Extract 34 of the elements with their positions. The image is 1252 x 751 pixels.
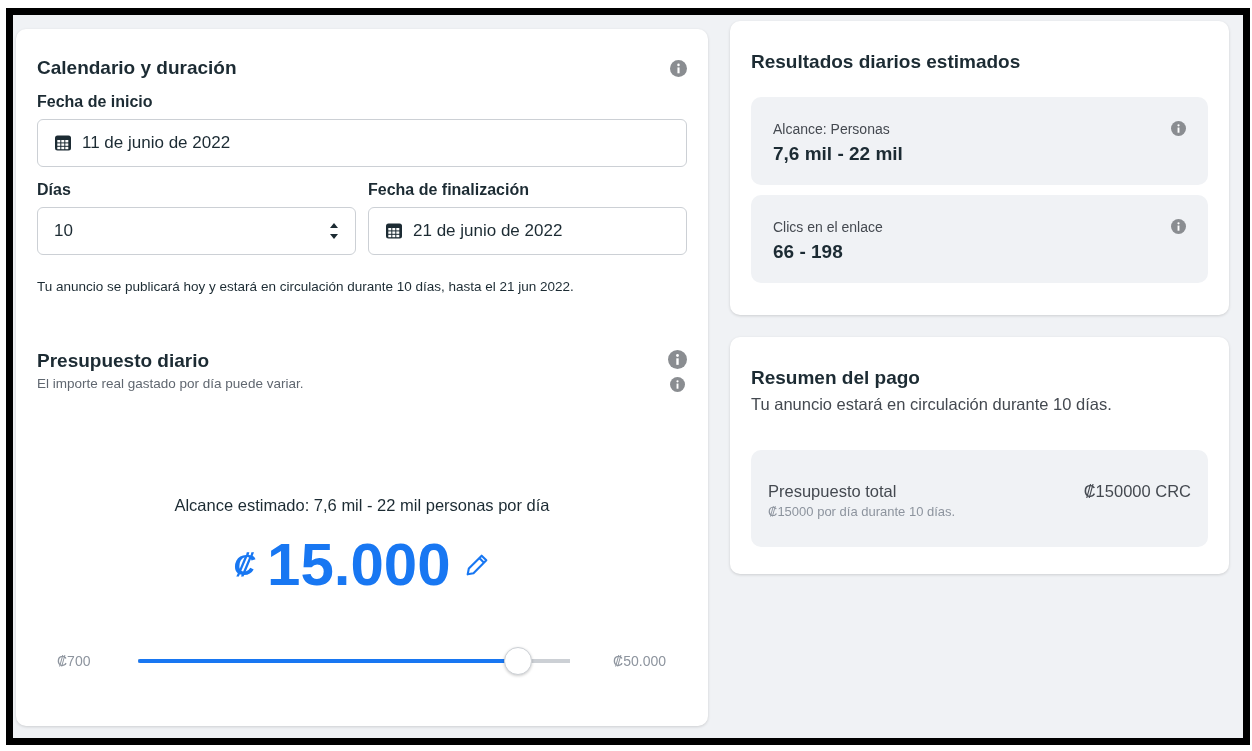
slider-min-label: ₡700 bbox=[57, 653, 92, 669]
calendar-icon bbox=[385, 222, 403, 240]
date-field[interactable]: 21 de junio de 2022 bbox=[368, 207, 687, 255]
calendar-icon bbox=[54, 134, 72, 152]
section-subtitle: El importe real gastado por día puede variar. bbox=[37, 376, 304, 391]
metric-label: Clics en el enlace bbox=[773, 219, 883, 235]
number-field[interactable]: 10 bbox=[37, 207, 356, 255]
section-title: Calendario y duración bbox=[37, 57, 237, 79]
field-label: Días bbox=[37, 181, 72, 199]
currency-symbol: ₡ bbox=[233, 548, 256, 582]
date-field[interactable]: 11 de junio de 2022 bbox=[37, 119, 687, 167]
info-icon[interactable] bbox=[1171, 121, 1186, 136]
section-subtitle: Tu anuncio estará en circulación durante 10 días. bbox=[751, 395, 1113, 414]
section-title: Resumen del pago bbox=[751, 367, 921, 389]
slider-max-label: ₡50.000 bbox=[612, 653, 666, 669]
field-label: Fecha de inicio bbox=[37, 93, 154, 111]
metric-value: 66 - 198 bbox=[773, 241, 844, 263]
section-title: Presupuesto diario bbox=[37, 350, 211, 372]
slider-thumb[interactable] bbox=[504, 647, 533, 675]
total-detail: ₡15000 por día durante 10 días. bbox=[768, 504, 957, 519]
metric-label: Alcance: Personas bbox=[773, 121, 890, 137]
info-icon[interactable] bbox=[670, 59, 687, 77]
info-icon[interactable] bbox=[670, 377, 685, 392]
field-value: 10 bbox=[54, 221, 73, 241]
info-icon[interactable] bbox=[1171, 219, 1186, 234]
budget-amount: 15.000 bbox=[267, 535, 451, 595]
info-icon[interactable] bbox=[668, 350, 687, 369]
reach-estimate: Alcance estimado: 7,6 mil - 22 mil personas por día bbox=[173, 496, 551, 515]
total-label: Presupuesto total bbox=[768, 482, 897, 501]
schedule-note: Tu anuncio se publicará hoy y estará en circulación durante 10 días, hasta el 21 jun 2022. bbox=[37, 279, 575, 294]
metric-value: 7,6 mil - 22 mil bbox=[773, 143, 904, 165]
total-value: ₡150000 CRC bbox=[1083, 482, 1191, 501]
field-label: Fecha de finalización bbox=[368, 181, 530, 199]
section-title: Resultados diarios estimados bbox=[751, 51, 1022, 73]
